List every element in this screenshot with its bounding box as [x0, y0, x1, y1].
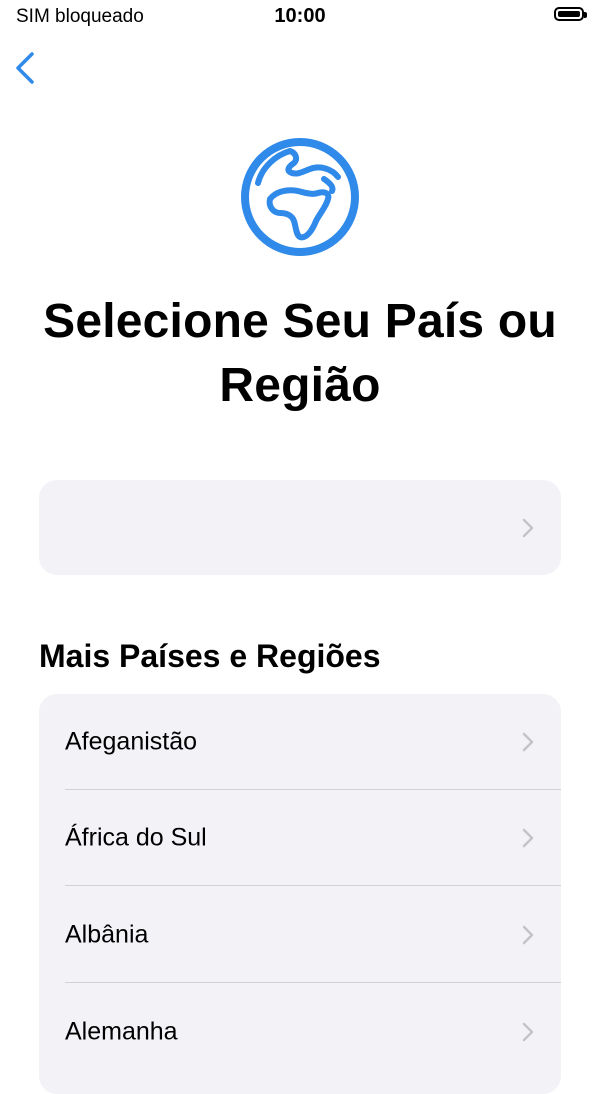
list-item[interactable]: África do Sul: [39, 790, 561, 886]
battery-nub: [584, 12, 587, 18]
chevron-left-icon: [16, 52, 34, 84]
country-label: Albânia: [65, 920, 149, 949]
chevron-right-icon: [522, 1022, 534, 1042]
country-label: África do Sul: [65, 823, 207, 852]
chevron-right-icon: [522, 732, 534, 752]
suggested-country-row[interactable]: [39, 480, 561, 575]
chevron-right-icon: [522, 828, 534, 848]
back-button[interactable]: [10, 48, 44, 88]
list-item[interactable]: Afeganistão: [39, 694, 561, 790]
status-bar: SIM bloqueado 10:00: [0, 0, 600, 34]
section-header-more-countries: Mais Países e Regiões: [39, 638, 381, 674]
page-title: Selecione Seu País ou Região: [43, 295, 557, 412]
list-item[interactable]: Albânia: [39, 887, 561, 983]
list-item[interactable]: Alemanha: [39, 984, 561, 1080]
divider: [65, 982, 561, 983]
status-time: 10:00: [274, 5, 326, 27]
battery-full-icon: [554, 7, 587, 21]
chevron-right-icon: [522, 925, 534, 945]
country-label: Alemanha: [65, 1017, 178, 1046]
globe-icon: [240, 137, 360, 257]
divider: [65, 885, 561, 886]
country-list: Afeganistão África do Sul Albânia Aleman…: [39, 694, 561, 1094]
battery-level: [558, 11, 580, 17]
country-label: Afeganistão: [65, 727, 198, 756]
chevron-right-icon: [522, 518, 534, 538]
